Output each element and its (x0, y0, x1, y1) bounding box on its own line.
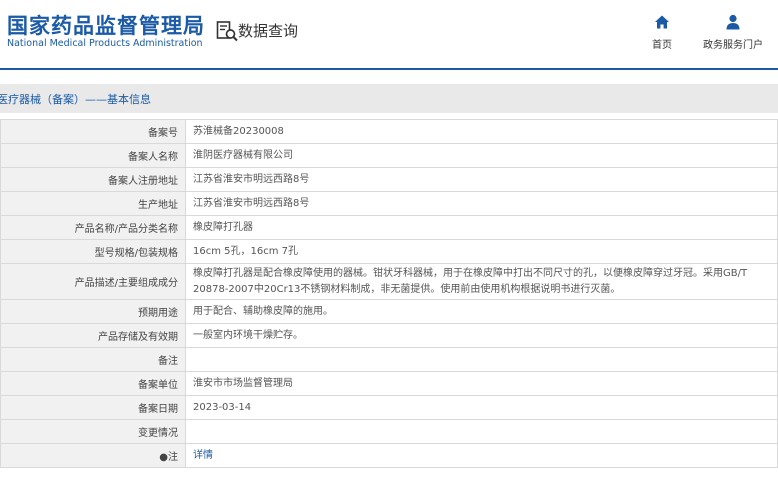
user-icon (726, 14, 740, 30)
field-label: 变更情况 (0, 419, 186, 444)
field-value: 淮安市市场监督管理局 (185, 371, 778, 396)
field-label: 产品名称/产品分类名称 (0, 215, 186, 240)
record-detail-table: 备案号 苏淮械备20230008 备案人名称 淮阴医疗器械有限公司 备案人注册地… (0, 119, 778, 468)
home-icon (655, 15, 669, 29)
field-value: 橡皮障打孔器是配合橡皮障使用的器械。钳状牙科器械，用于在橡皮障中打出不同尺寸的孔… (185, 263, 778, 300)
table-row: 产品名称/产品分类名称 橡皮障打孔器 (0, 215, 778, 240)
nav-home[interactable]: 首页 (648, 14, 676, 51)
field-value (185, 347, 778, 372)
field-value: 橡皮障打孔器 (185, 215, 778, 240)
field-value: 用于配合、辅助橡皮障的施用。 (185, 299, 778, 324)
field-label: 生产地址 (0, 191, 186, 216)
field-label: 预期用途 (0, 299, 186, 324)
table-row: 型号规格/包装规格 16cm 5孔，16cm 7孔 (0, 239, 778, 264)
field-label: 备注 (0, 347, 186, 372)
field-label: 产品存储及有效期 (0, 323, 186, 348)
field-label: 备案人名称 (0, 143, 186, 168)
table-row: 产品存储及有效期 一般室内环境干燥贮存。 (0, 323, 778, 348)
table-row: 备案号 苏淮械备20230008 (0, 119, 778, 144)
nav-service-portal[interactable]: 政务服务门户 (700, 14, 766, 51)
field-label: 备案号 (0, 119, 186, 144)
nav-home-label: 首页 (652, 40, 672, 51)
field-value (185, 419, 778, 444)
table-row: 变更情况 (0, 419, 778, 444)
field-value: 16cm 5孔，16cm 7孔 (185, 239, 778, 264)
field-value: 苏淮械备20230008 (185, 119, 778, 144)
field-value: 2023-03-14 (185, 395, 778, 420)
field-value: 淮阴医疗器械有限公司 (185, 143, 778, 168)
table-row: 备案人注册地址 江苏省淮安市明远西路8号 (0, 167, 778, 192)
field-label: 备案单位 (0, 371, 186, 396)
note-cell: 详情 (185, 443, 778, 468)
data-query-icon (216, 21, 238, 42)
note-label: ●注 (0, 443, 186, 468)
field-label: 产品描述/主要组成成分 (0, 263, 186, 300)
field-value: 江苏省淮安市明远西路8号 (185, 167, 778, 192)
details-link[interactable]: 详情 (193, 450, 213, 461)
breadcrumb-text: 医疗器械（备案）——基本信息 (0, 93, 151, 106)
table-row: 产品描述/主要组成成分 橡皮障打孔器是配合橡皮障使用的器械。钳状牙科器械，用于在… (0, 263, 778, 300)
table-row: 备案日期 2023-03-14 (0, 395, 778, 420)
site-logo-cn[interactable]: 国家药品监督管理局 (7, 10, 205, 40)
table-row: 预期用途 用于配合、辅助橡皮障的施用。 (0, 299, 778, 324)
data-query-title[interactable]: 数据查询 (238, 20, 298, 41)
field-value: 一般室内环境干燥贮存。 (185, 323, 778, 348)
table-row: 生产地址 江苏省淮安市明远西路8号 (0, 191, 778, 216)
site-header: 国家药品监督管理局 National Medical Products Admi… (0, 0, 778, 70)
field-value: 江苏省淮安市明远西路8号 (185, 191, 778, 216)
table-row: ●注 详情 (0, 443, 778, 468)
field-label: 备案人注册地址 (0, 167, 186, 192)
breadcrumb: 医疗器械（备案）——基本信息 (0, 84, 778, 113)
table-row: 备注 (0, 347, 778, 372)
field-label: 型号规格/包装规格 (0, 239, 186, 264)
nav-service-portal-label: 政务服务门户 (703, 40, 763, 51)
table-row: 备案单位 淮安市市场监督管理局 (0, 371, 778, 396)
field-label: 备案日期 (0, 395, 186, 420)
table-row: 备案人名称 淮阴医疗器械有限公司 (0, 143, 778, 168)
site-logo-en[interactable]: National Medical Products Administration (7, 38, 203, 49)
